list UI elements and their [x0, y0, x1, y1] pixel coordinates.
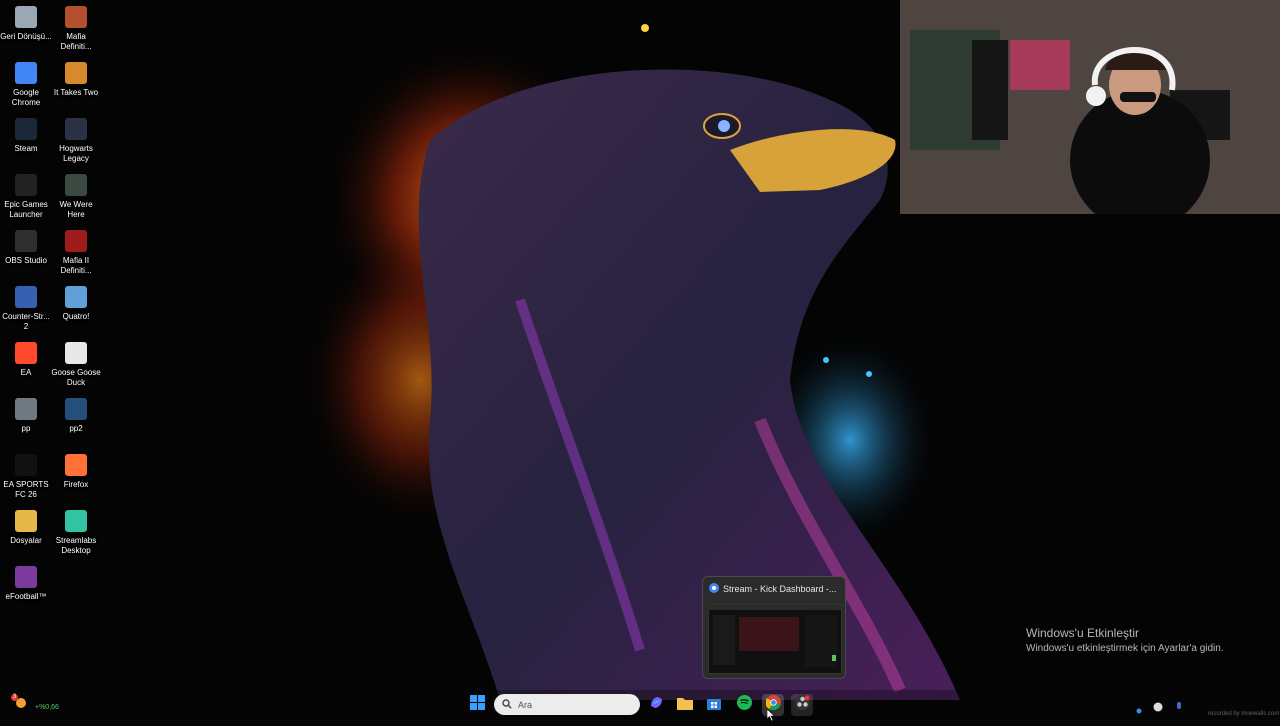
microphone-tray-icon[interactable]: [1175, 699, 1183, 717]
ea-icon: [15, 342, 37, 364]
desktop-icon[interactable]: Counter-Str... 2: [0, 284, 52, 332]
search-icon: [502, 696, 512, 714]
pp2-icon: [65, 398, 87, 420]
desktop-icon[interactable]: Mafia Definiti...: [50, 4, 102, 52]
desktop-icon[interactable]: Epic Games Launcher: [0, 172, 52, 220]
obs-icon: [15, 230, 37, 252]
desktop-icon[interactable]: We Were Here: [50, 172, 102, 220]
desktop-icon[interactable]: eFootball™: [0, 564, 52, 602]
desktop-icon-label: Firefox: [63, 480, 89, 489]
desktop-icon[interactable]: EA SPORTS FC 26: [0, 452, 52, 500]
epic-games-icon: [15, 174, 37, 196]
desktop-icon[interactable]: pp: [0, 396, 52, 434]
steam-icon: [15, 118, 37, 140]
notification-badge: 3: [11, 694, 18, 701]
desktop-icon[interactable]: Geri Dönüşü...: [0, 4, 52, 42]
desktop-icon[interactable]: Quatro!: [50, 284, 102, 322]
streamlabs-icon: [65, 510, 87, 532]
taskbar-window-preview[interactable]: Stream - Kick Dashboard -...: [702, 576, 846, 679]
efootball-icon: [15, 566, 37, 588]
mafia-icon: [65, 6, 87, 28]
microsoft-store-icon: [707, 696, 721, 715]
goose-icon: [65, 342, 87, 364]
activation-subtitle: Windows'u etkinleştirmek için Ayarlar'a …: [1026, 643, 1224, 654]
webcam-overlay: [900, 0, 1280, 214]
desktop-icon[interactable]: EA: [0, 340, 52, 378]
stock-ticker-text: +%0,66: [35, 704, 59, 711]
desktop-icon-label: EA: [20, 368, 32, 377]
windows-start-icon: [469, 695, 485, 715]
cs2-icon: [15, 286, 37, 308]
desktop-icon[interactable]: Firefox: [50, 452, 102, 490]
mouse-cursor-icon: [766, 708, 776, 726]
desktop-icon[interactable]: Hogwarts Legacy: [50, 116, 102, 164]
activation-title: Windows'u Etkinleştir: [1026, 626, 1139, 640]
desktop-icon[interactable]: Streamlabs Desktop: [50, 508, 102, 556]
desktop-icon-label: Hogwarts Legacy: [59, 144, 93, 163]
desktop-icon-label: Counter-Str... 2: [2, 312, 50, 331]
desktop-icon-label: Epic Games Launcher: [4, 200, 48, 219]
preview-title: Stream - Kick Dashboard -...: [723, 584, 837, 594]
spotify-button[interactable]: [733, 694, 755, 716]
desktop-icon-label: EA SPORTS FC 26: [3, 480, 49, 499]
desktop-icon[interactable]: Dosyalar: [0, 508, 52, 546]
hogwarts-icon: [65, 118, 87, 140]
desktop-icon[interactable]: Goose Goose Duck: [50, 340, 102, 388]
desktop-icon[interactable]: pp2: [50, 396, 102, 434]
fc26-icon: [15, 454, 37, 476]
desktop-icon-label: Geri Dönüşü...: [0, 32, 52, 41]
desktop-icon-label: Quatro!: [62, 312, 90, 321]
file-explorer-button[interactable]: [674, 694, 696, 716]
recording-watermark: recorded by moewalls.com: [1208, 711, 1280, 717]
desktop-icon-label: Goose Goose Duck: [51, 368, 101, 387]
pp-icon: [15, 398, 37, 420]
desktop-icon-label: Mafia II Definiti...: [60, 256, 92, 275]
folder-icon: [15, 510, 37, 532]
desktop-icon-label: It Takes Two: [53, 88, 99, 97]
desktop-icon-label: Dosyalar: [10, 536, 42, 545]
weather-widget[interactable]: 3: [10, 694, 32, 716]
file-explorer-icon: [677, 696, 693, 715]
chrome-icon: [15, 62, 37, 84]
we-were-here-icon: [65, 174, 87, 196]
desktop-icon[interactable]: Google Chrome: [0, 60, 52, 108]
desktop-icon-label: eFootball™: [5, 592, 47, 601]
desktop-icon-label: Google Chrome: [11, 88, 41, 107]
taskbar: 3 +%0,66 Ara: [0, 690, 1280, 722]
recycle-bin-icon: [15, 6, 37, 28]
desktop-icon[interactable]: Mafia II Definiti...: [50, 228, 102, 276]
desktop-icon[interactable]: Steam: [0, 116, 52, 154]
firefox-icon: [65, 454, 87, 476]
copilot-button[interactable]: [645, 694, 667, 716]
quatro-icon: [65, 286, 87, 308]
windows-activation-notice: Windows'u Etkinleştir Windows'u etkinleş…: [1026, 626, 1224, 654]
obs-taskbar-icon: [794, 695, 810, 715]
microsoft-store-button[interactable]: [703, 694, 725, 716]
obs-taskbar-button[interactable]: [791, 694, 813, 716]
desktop-icon-label: Steam: [14, 144, 38, 153]
steam-tray-icon[interactable]: [1153, 699, 1163, 717]
search-box[interactable]: Ara: [494, 694, 640, 715]
preview-thumbnail[interactable]: [708, 604, 842, 674]
desktop-icon-label: We Were Here: [59, 200, 93, 219]
search-placeholder: Ara: [518, 699, 533, 710]
mafia2-icon: [65, 230, 87, 252]
chrome-icon: [709, 580, 719, 598]
windows-start-button[interactable]: [466, 694, 488, 716]
desktop-icon[interactable]: It Takes Two: [50, 60, 102, 98]
desktop-icon-label: Mafia Definiti...: [60, 32, 92, 51]
it-takes-two-icon: [65, 62, 87, 84]
desktop-icon-label: OBS Studio: [5, 256, 47, 265]
tray-dot-icon[interactable]: [1136, 701, 1142, 719]
desktop-icon-label: pp: [21, 424, 31, 433]
desktop-icon-label: pp2: [69, 424, 83, 433]
desktop-icon[interactable]: OBS Studio: [0, 228, 52, 266]
copilot-icon: [649, 695, 664, 715]
spotify-icon: [736, 695, 752, 715]
desktop-icon-label: Streamlabs Desktop: [55, 536, 97, 555]
